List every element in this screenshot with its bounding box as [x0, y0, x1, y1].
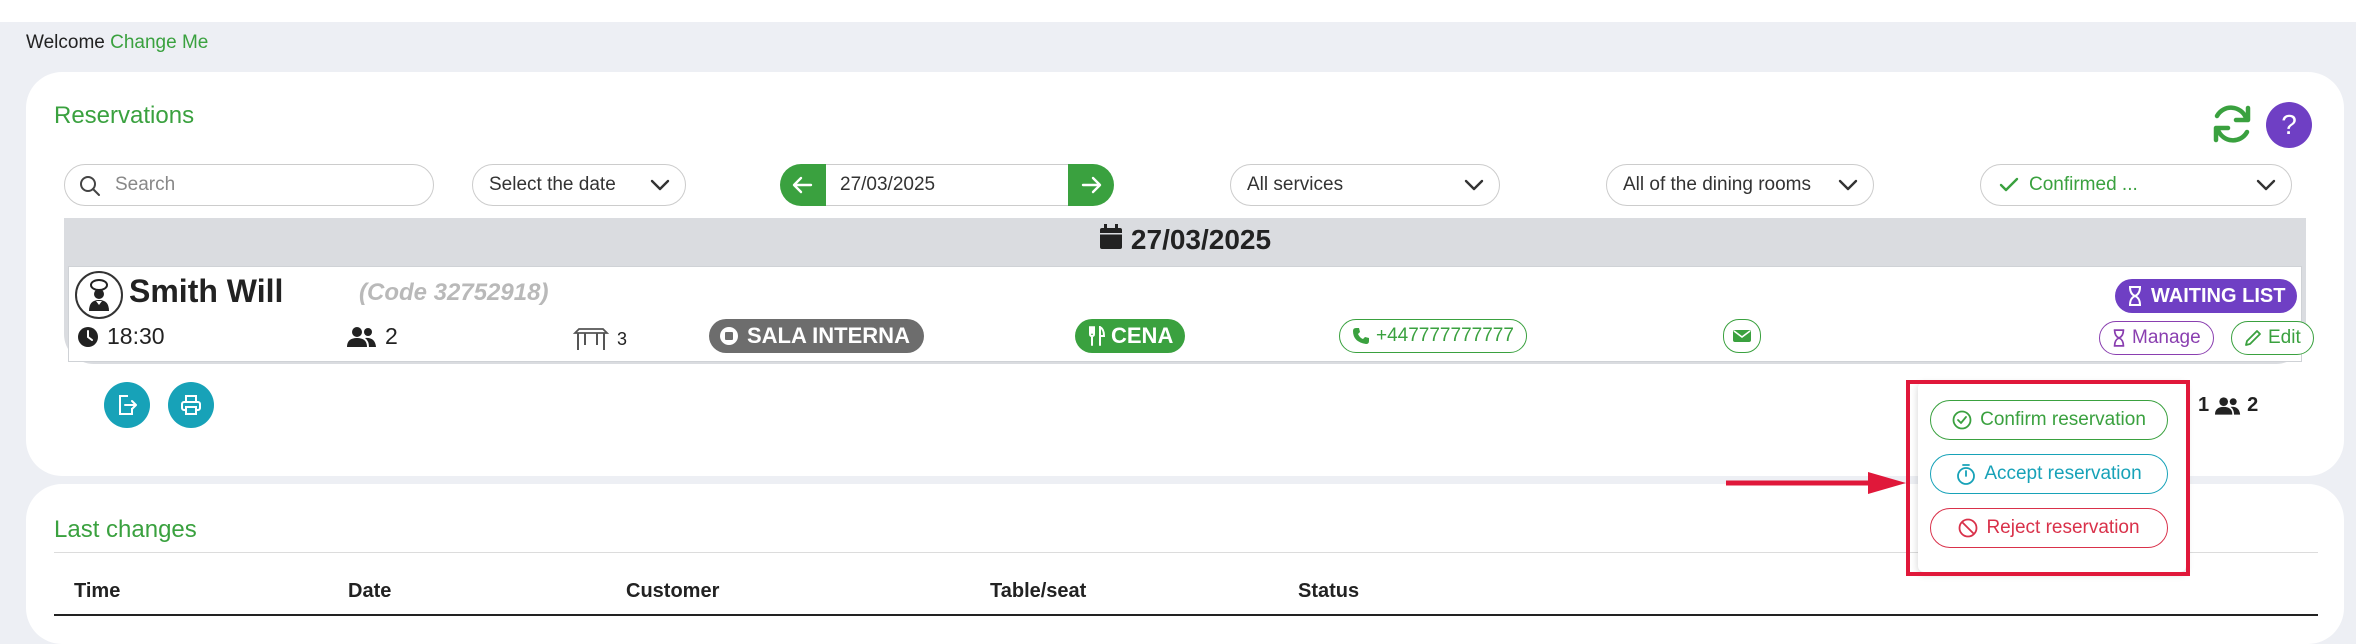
reservation-row[interactable]: Smith Will (Code 32752918) 18:30 2 3 SAL… — [68, 266, 2314, 362]
phone-icon — [1353, 328, 1369, 344]
room-label: SALA INTERNA — [747, 323, 910, 348]
stop-circle-icon — [720, 327, 738, 345]
date-select[interactable]: Select the date — [472, 164, 686, 206]
date-select-label: Select the date — [489, 174, 616, 195]
tables-total: 1 — [2198, 394, 2210, 416]
guests-value: 2 — [385, 323, 398, 349]
pencil-icon — [2245, 330, 2261, 346]
clock-icon — [78, 326, 98, 347]
manage-button[interactable]: Manage — [2099, 321, 2214, 355]
waiting-label: WAITING LIST — [2151, 284, 2286, 307]
column-header-date[interactable]: Date — [348, 580, 391, 603]
search-placeholder: Search — [115, 174, 176, 195]
help-button[interactable]: ? — [2266, 102, 2312, 148]
next-date-button[interactable] — [1068, 164, 1114, 206]
refresh-icon[interactable] — [2208, 100, 2256, 148]
export-button[interactable] — [104, 382, 150, 428]
phone-button[interactable]: +447777777777 — [1339, 319, 1527, 353]
check-icon — [1999, 177, 2019, 199]
room-badge: SALA INTERNA — [709, 319, 924, 353]
envelope-icon — [1733, 330, 1751, 342]
service-badge: CENA — [1075, 319, 1186, 353]
day-date: 27/03/2025 — [1130, 224, 1272, 255]
chevron-down-icon — [649, 177, 671, 199]
rooms-label: All of the dining rooms — [1623, 174, 1811, 195]
edit-label: Edit — [2268, 327, 2301, 348]
services-label: All services — [1247, 174, 1344, 195]
guests-field: 2 — [347, 323, 398, 350]
day-header: 27/03/2025 — [64, 218, 2306, 262]
date-input[interactable]: 27/03/2025 — [826, 164, 1068, 206]
dining-rooms-select[interactable]: All of the dining rooms — [1606, 164, 1874, 206]
column-header-time[interactable]: Time — [74, 580, 120, 603]
export-icon — [119, 395, 137, 415]
manage-label: Manage — [2132, 327, 2201, 348]
top-band — [0, 0, 2356, 22]
status-select[interactable]: Confirmed ... — [1980, 164, 2292, 206]
print-button[interactable] — [168, 382, 214, 428]
prev-date-button[interactable] — [780, 164, 826, 206]
table-field: 3 — [573, 327, 627, 351]
table-value: 3 — [617, 328, 628, 349]
day-group: 27/03/2025 Smith Will (Code 32752918) 18… — [64, 218, 2314, 364]
hourglass-icon — [2113, 329, 2125, 347]
column-header-table[interactable]: Table/seat — [990, 580, 1086, 603]
chevron-down-icon — [1837, 177, 1859, 199]
guests-total: 2 — [2247, 394, 2259, 416]
annotation-arrow — [1726, 470, 1908, 501]
service-label: CENA — [1111, 323, 1174, 348]
customer-name[interactable]: Smith Will — [129, 273, 283, 310]
arrow-right-icon — [1081, 176, 1102, 194]
chef-avatar-icon — [75, 271, 123, 319]
reservations-title: Reservations — [54, 102, 195, 129]
utensils-icon — [1089, 326, 1105, 346]
calendar-icon — [1099, 223, 1123, 257]
users-icon — [2215, 396, 2241, 415]
user-link[interactable]: Change Me — [110, 32, 208, 53]
chevron-down-icon — [1463, 177, 1485, 199]
search-input[interactable]: Search — [64, 164, 434, 206]
welcome-label: Welcome — [26, 32, 105, 53]
users-icon — [347, 326, 376, 347]
table-icon — [573, 328, 609, 350]
date-navigator: 27/03/2025 — [780, 164, 1114, 206]
phone-value: +447777777777 — [1376, 325, 1514, 346]
hourglass-icon — [2129, 286, 2141, 306]
edit-button[interactable]: Edit — [2231, 321, 2314, 355]
last-changes-title: Last changes — [54, 516, 197, 543]
column-header-status[interactable]: Status — [1298, 580, 1359, 603]
services-select[interactable]: All services — [1230, 164, 1500, 206]
chevron-down-icon — [2255, 177, 2277, 199]
header-underline — [54, 614, 2318, 616]
time-field: 18:30 — [77, 323, 165, 350]
email-button[interactable] — [1723, 319, 1761, 353]
waiting-list-badge: WAITING LIST — [2115, 279, 2298, 313]
totals: 1 2 — [2198, 394, 2258, 417]
welcome-text: Welcome Change Me — [26, 32, 208, 54]
arrow-left-icon — [792, 176, 813, 194]
printer-icon — [181, 395, 201, 415]
highlight-box — [1906, 380, 2190, 576]
column-header-customer[interactable]: Customer — [626, 580, 719, 603]
search-icon — [79, 175, 101, 203]
time-value: 18:30 — [107, 323, 165, 349]
reservation-code: (Code 32752918) — [359, 279, 549, 306]
status-label: Confirmed ... — [2029, 174, 2138, 195]
